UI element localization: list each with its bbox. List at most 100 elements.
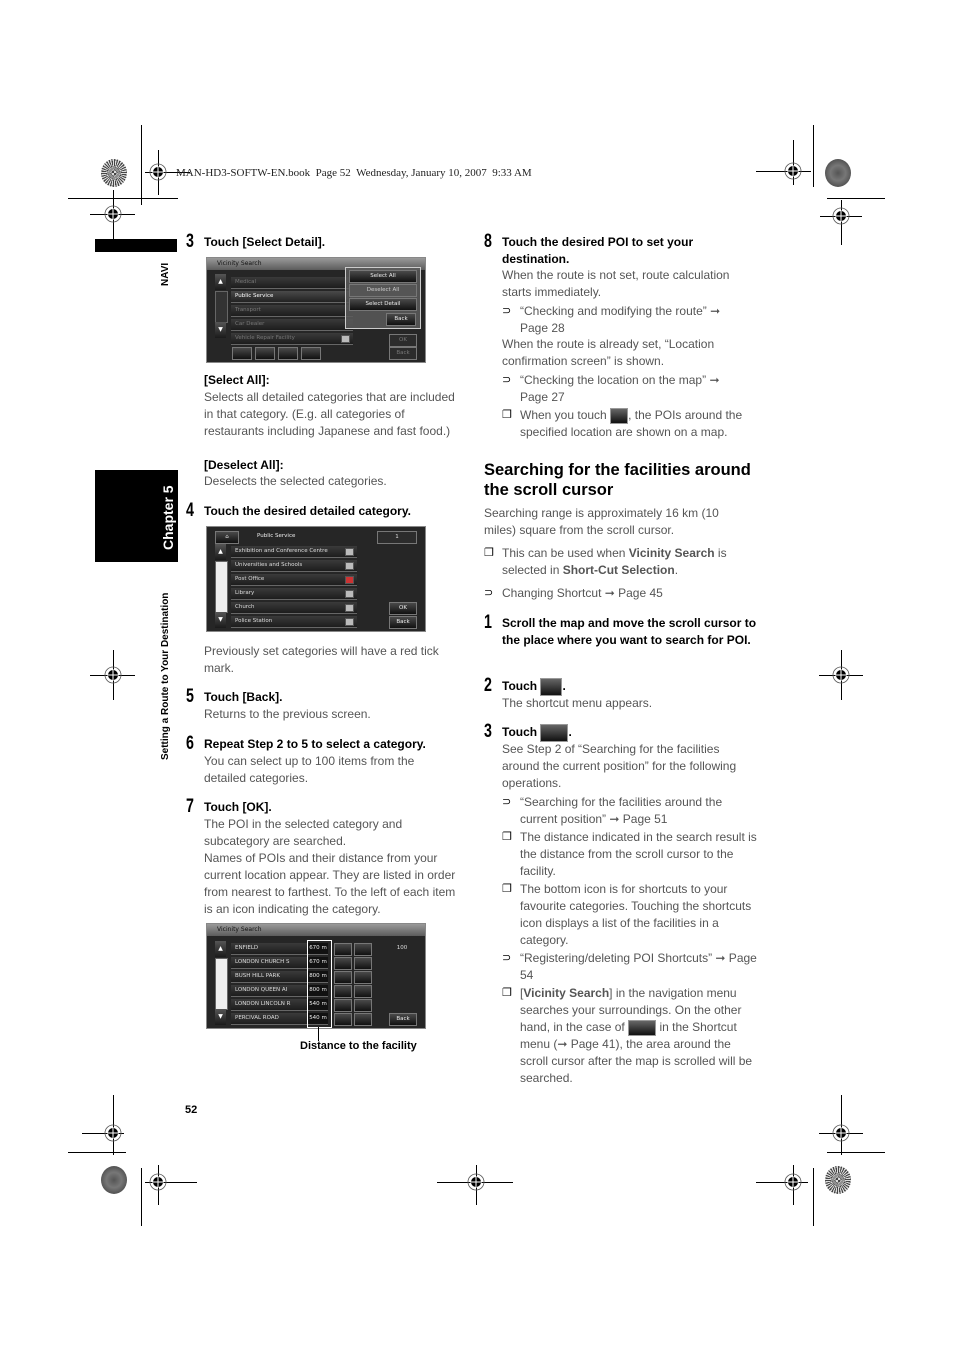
shortcut-button[interactable] (255, 347, 275, 360)
step-number: 3 (186, 231, 194, 252)
poi-info-button[interactable] (354, 971, 372, 984)
step-body: When the route is already set, “Location… (502, 337, 715, 368)
poi-info-button[interactable] (354, 1013, 372, 1026)
scroll-up-button[interactable]: ▲ (215, 274, 226, 290)
step-heading: Touch the desired detailed category. (204, 504, 411, 518)
poi-result-row[interactable]: ENFIELD (231, 943, 309, 955)
subcategory-row[interactable]: Police Station (231, 616, 357, 628)
subcategory-row[interactable]: Library (231, 588, 357, 600)
poi-name: PERCIVAL ROAD (235, 1015, 279, 1021)
poi-map-button[interactable] (334, 971, 352, 984)
term-deselect-all-desc: Deselects the selected categories. (204, 474, 387, 488)
step-body: The POI in the selected category and sub… (204, 817, 403, 848)
crop-line (813, 125, 814, 187)
ok-button[interactable]: OK (389, 602, 417, 615)
shortcut-button[interactable] (278, 347, 298, 360)
registration-mark-icon (832, 666, 850, 684)
reference-arrow-icon: ⊃ (484, 587, 494, 599)
registration-mark-icon (832, 1124, 850, 1142)
term-select-all-desc: Selects all detailed categories that are… (204, 390, 455, 438)
scroll-up-button[interactable]: ▲ (215, 544, 226, 560)
reference-item: ⊃ “Checking and modifying the route” ➞ Pa… (502, 304, 721, 335)
select-detail-button[interactable]: Select Detail (349, 298, 417, 311)
back-button[interactable]: Back (389, 1013, 417, 1026)
step-number: 1 (484, 612, 492, 633)
poi-map-button[interactable] (334, 943, 352, 956)
registration-mark-icon (149, 1173, 167, 1191)
step-number: 5 (186, 686, 194, 707)
poi-name: BUSH HILL PARK (235, 973, 280, 979)
reference-item: ⊃ “Searching for the facilities around th… (502, 795, 723, 826)
reference-item: ⊃ “Registering/deleting POI Shortcuts” ➞ … (502, 951, 757, 982)
poi-map-button[interactable] (334, 985, 352, 998)
registration-mark-icon (149, 163, 167, 181)
scroll-down-button[interactable]: ▼ (215, 612, 226, 628)
subcategory-row[interactable]: Exhibition and Conference Centre (231, 546, 357, 558)
screen-vicinity-search-results: Vicinity Search ▲ ▼ ENFIELD 670 m LONDON C… (206, 923, 426, 1029)
category-row[interactable]: Public Service (231, 291, 353, 303)
scrollbar[interactable] (215, 958, 228, 1010)
deselect-all-button[interactable]: Deselect All (349, 284, 417, 297)
distance-highlight-box (307, 940, 332, 1028)
red-tick-checkbox[interactable] (345, 576, 354, 584)
poi-result-row[interactable]: LONDON CHURCH S (231, 957, 309, 969)
poi-info-button[interactable] (354, 943, 372, 956)
poi-result-row[interactable]: LONDON LINCOLN R (231, 999, 309, 1011)
shortcut-button[interactable] (301, 347, 321, 360)
poi-name: LONDON QUEEN AI (235, 987, 288, 993)
step-heading: Touch the desired POI to set your destin… (502, 235, 694, 266)
crop-line (141, 1168, 142, 1226)
scroll-down-button[interactable]: ▼ (215, 322, 226, 338)
navi-tab-bar (95, 239, 177, 252)
registration-mark-icon (104, 1124, 122, 1142)
shortcut-menu-icon (540, 678, 563, 696)
subcategory-row[interactable]: Church (231, 602, 357, 614)
step-number: 4 (186, 500, 194, 521)
select-all-button[interactable]: Select All (349, 270, 417, 283)
back-button[interactable]: Back (389, 347, 417, 360)
result-count: 100 (396, 945, 408, 951)
reference-arrow-icon: ⊃ (502, 796, 512, 808)
popup-back-button[interactable]: Back (386, 313, 416, 326)
poi-info-button[interactable] (354, 957, 372, 970)
scrollbar[interactable] (215, 561, 228, 613)
distance-callout: Distance to the facility (300, 1040, 417, 1052)
step-number: 6 (186, 733, 194, 754)
step-body: You can select up to 100 items from the … (204, 754, 415, 785)
category-row[interactable]: Medical (231, 277, 353, 289)
scroll-down-button[interactable]: ▼ (215, 1009, 226, 1025)
note-item: ❐ The bottom icon is for shortcuts to you… (502, 882, 752, 947)
subcategory-row[interactable]: Post Office (231, 574, 357, 586)
term-deselect-all: [Deselect All]: (204, 458, 284, 472)
screen-title: Vicinity Search (207, 924, 425, 936)
ok-button[interactable]: OK (389, 334, 417, 347)
poi-info-button[interactable] (354, 985, 372, 998)
note-box-icon: ❐ (502, 987, 512, 999)
category-row[interactable]: Car Dealer (231, 319, 353, 331)
poi-info-button[interactable] (354, 999, 372, 1012)
step-body: When the route is not set, route calcula… (502, 268, 730, 299)
registration-mark-icon (832, 207, 850, 225)
note-box-icon: ❐ (484, 547, 494, 559)
back-button[interactable]: Back (389, 616, 417, 629)
subcategory-row[interactable]: Universities and Schools (231, 560, 357, 572)
poi-map-button[interactable] (334, 999, 352, 1012)
category-icon-button[interactable]: ⌂ (215, 531, 239, 544)
poi-map-button[interactable] (334, 957, 352, 970)
screen-title: Public Service (257, 533, 296, 539)
poi-result-row[interactable]: PERCIVAL ROAD (231, 1013, 309, 1025)
scrollbar[interactable] (215, 291, 228, 323)
category-row[interactable]: Vehicle Repair Facility (231, 333, 353, 345)
step-heading: Touch . (502, 678, 566, 696)
poi-result-row[interactable]: LONDON QUEEN AI (231, 985, 309, 997)
step-number: 7 (186, 796, 194, 817)
reference-arrow-icon: ⊃ (502, 952, 512, 964)
poi-map-button[interactable] (334, 1013, 352, 1026)
shortcut-button[interactable] (232, 347, 252, 360)
scroll-up-button[interactable]: ▲ (215, 941, 226, 957)
select-popup: Select All Deselect All Select Detail Ba… (345, 267, 421, 329)
poi-result-row[interactable]: BUSH HILL PARK (231, 971, 309, 983)
reference-arrow-icon: ⊃ (502, 305, 512, 317)
poi-name: LONDON LINCOLN R (235, 1001, 291, 1007)
category-row[interactable]: Transport (231, 305, 353, 317)
